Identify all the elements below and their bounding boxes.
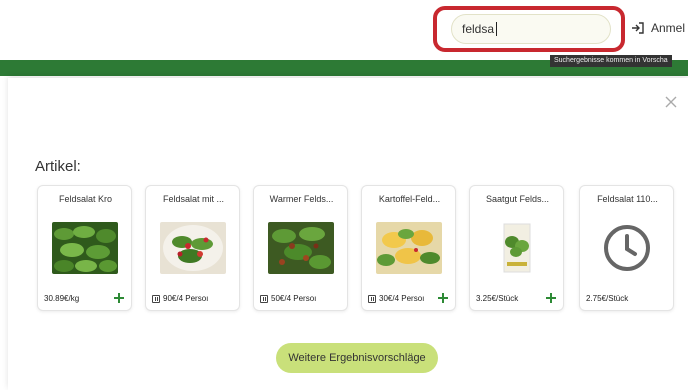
product-price: 2.75€/Stück <box>586 294 629 303</box>
add-to-cart-button[interactable] <box>437 292 449 304</box>
product-card[interactable]: Saatgut Felds... 3.25€/Stück <box>469 185 564 311</box>
product-price: 90€/4 Persoı <box>152 294 208 303</box>
recipe-card[interactable]: Kartoffel-Feld... 30€/4 Persoı <box>361 185 456 311</box>
warm-lambs-lettuce-photo <box>268 222 334 274</box>
lambs-lettuce-photo <box>52 222 118 274</box>
add-to-cart-button[interactable] <box>545 292 557 304</box>
recipe-card[interactable]: Feldsalat mit ... 90€/4 Persoı <box>145 185 240 311</box>
product-title: Feldsalat mit ... <box>162 194 225 204</box>
product-title: Saatgut Felds... <box>485 194 550 204</box>
product-title: Kartoffel-Feld... <box>378 194 441 204</box>
product-price: 30.89€/kg <box>44 294 80 303</box>
product-price: 30€/4 Persoı <box>368 294 424 303</box>
product-card[interactable]: Feldsalat Kro 30.89€/kg <box>37 185 132 311</box>
section-title: Artikel: <box>35 158 81 175</box>
seed-packet-photo <box>484 222 550 274</box>
more-results-button[interactable]: Weitere Ergebnisvorschläge <box>276 343 438 373</box>
login-label: Anmel <box>651 21 686 35</box>
product-price: 3.25€/Stück <box>476 294 519 303</box>
cutlery-icon <box>260 294 268 303</box>
product-price: 50€/4 Persoı <box>260 294 316 303</box>
potato-lambs-lettuce-photo <box>376 222 442 274</box>
product-title: Warmer Felds... <box>269 194 334 204</box>
clock-placeholder-icon <box>604 225 650 271</box>
cutlery-icon <box>152 294 160 303</box>
login-icon <box>631 21 645 35</box>
login-button[interactable]: Anmel <box>631 21 685 35</box>
search-highlight-circle <box>433 6 625 52</box>
recipe-card[interactable]: Warmer Felds... 50€/4 Persoı <box>253 185 348 311</box>
product-card[interactable]: Feldsalat 110... 2.75€/Stück <box>579 185 674 311</box>
add-to-cart-button[interactable] <box>113 292 125 304</box>
search-tooltip: Suchergebnisse kommen in Vorscha <box>550 55 672 67</box>
close-icon[interactable] <box>665 95 677 108</box>
salad-with-strawberries-photo <box>160 222 226 274</box>
product-title: Feldsalat 110... <box>597 194 658 204</box>
cutlery-icon <box>368 294 376 303</box>
product-title: Feldsalat Kro <box>58 194 113 204</box>
